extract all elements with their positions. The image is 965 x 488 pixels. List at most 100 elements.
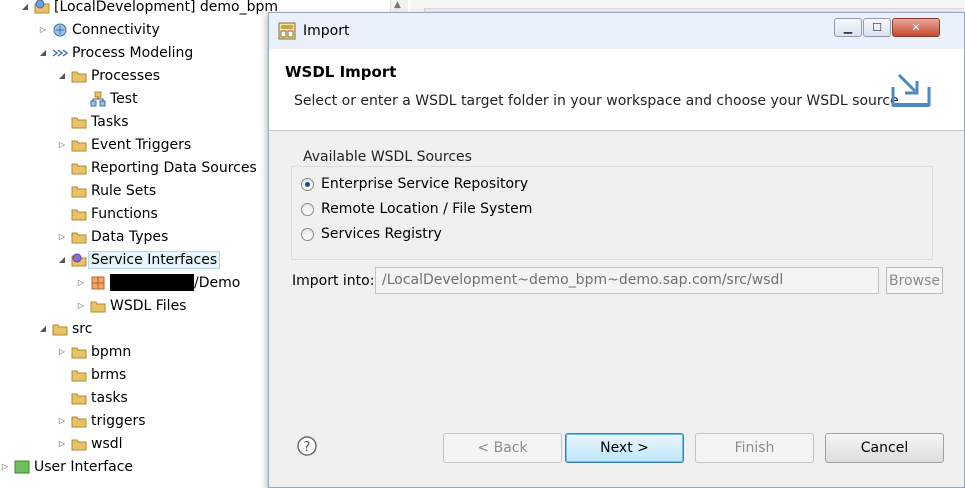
- tree-item-test[interactable]: Test: [76, 87, 138, 110]
- process-icon: [90, 91, 106, 107]
- dialog-titlebar[interactable]: Import ▁ ☐ ✕: [269, 13, 964, 50]
- scroll-up-arrow-icon[interactable]: ▲: [394, 0, 404, 12]
- process-modeling-icon: [52, 45, 68, 61]
- import-into-label: Import into:: [292, 273, 375, 289]
- collapsed-arrow-icon[interactable]: ▷: [76, 278, 86, 287]
- minimize-icon: ▁: [843, 21, 853, 34]
- folder-icon: [90, 298, 106, 314]
- tree-item-label: wsdl: [91, 435, 123, 452]
- back-button[interactable]: < Back: [443, 433, 562, 463]
- tree-item-brms[interactable]: brms: [57, 363, 126, 386]
- maximize-icon: ☐: [872, 21, 882, 34]
- source-option-label: Services Registry: [321, 226, 442, 242]
- collapsed-arrow-icon[interactable]: ▷: [38, 25, 48, 34]
- tree-item-wsdl-files[interactable]: ▷ WSDL Files: [76, 294, 187, 317]
- expanded-arrow-icon[interactable]: ◢: [38, 48, 48, 57]
- tree-item-wsdl[interactable]: ▷ wsdl: [57, 432, 123, 455]
- redacted-text: [110, 274, 194, 291]
- import-window-icon: [278, 22, 296, 40]
- cancel-button[interactable]: Cancel: [825, 433, 944, 463]
- source-option-esr[interactable]: Enterprise Service Repository: [301, 176, 528, 192]
- help-icon[interactable]: ?: [297, 436, 317, 456]
- minimize-button[interactable]: ▁: [834, 18, 862, 37]
- tree-item-label: /Demo: [194, 274, 241, 291]
- source-option-label: Remote Location / File System: [321, 201, 533, 217]
- source-option-services-registry[interactable]: Services Registry: [301, 226, 442, 242]
- finish-button[interactable]: Finish: [695, 433, 814, 463]
- wizard-title: WSDL Import: [285, 63, 397, 81]
- tree-item-src[interactable]: ◢ src: [38, 317, 93, 340]
- wsdl-sources-legend: Available WSDL Sources: [301, 149, 474, 165]
- package-icon: [90, 275, 106, 291]
- tree-item-label: Event Triggers: [91, 136, 192, 153]
- source-option-remote-location[interactable]: Remote Location / File System: [301, 201, 532, 217]
- tree-item-label: Tasks: [91, 113, 129, 130]
- tree-item-label: Service Interfaces: [88, 250, 221, 269]
- folder-icon: [71, 183, 87, 199]
- tree-item-rule-sets[interactable]: Rule Sets: [57, 179, 156, 202]
- folder-icon: [71, 390, 87, 406]
- tree-item-event-triggers[interactable]: ▷ Event Triggers: [57, 133, 191, 156]
- expanded-arrow-icon[interactable]: ◢: [38, 324, 48, 333]
- collapsed-arrow-icon[interactable]: ▷: [57, 439, 67, 448]
- folder-icon: [52, 321, 68, 337]
- expanded-arrow-icon[interactable]: ◢: [20, 2, 30, 11]
- tree-item-service-interfaces[interactable]: ◢ Service Interfaces: [57, 248, 221, 271]
- browse-button[interactable]: Browse: [886, 267, 943, 294]
- expanded-arrow-icon[interactable]: ◢: [57, 255, 67, 264]
- connectivity-icon: [52, 22, 68, 38]
- radio-button[interactable]: [301, 202, 314, 216]
- radio-button[interactable]: [301, 227, 314, 241]
- wizard-description: Select or enter a WSDL target folder in …: [294, 93, 899, 109]
- collapsed-arrow-icon[interactable]: ▷: [76, 301, 86, 310]
- tree-item-connectivity[interactable]: ▷ Connectivity: [38, 18, 160, 41]
- dialog-title: Import: [303, 23, 350, 39]
- tree-item-triggers[interactable]: ▷ triggers: [57, 409, 146, 432]
- tree-item-label: triggers: [91, 412, 146, 429]
- expanded-arrow-icon[interactable]: ◢: [57, 71, 67, 80]
- radio-button-selected[interactable]: [301, 177, 314, 191]
- import-dialog: Import ▁ ☐ ✕ WSDL Import Select or enter…: [268, 12, 965, 488]
- tree-item-label: WSDL Files: [110, 297, 187, 314]
- collapsed-arrow-icon[interactable]: ▷: [57, 140, 67, 149]
- collapsed-arrow-icon[interactable]: ▷: [57, 232, 67, 241]
- tree-item-processes[interactable]: ◢ Processes: [57, 64, 160, 87]
- tree-item-label: Data Types: [91, 228, 169, 245]
- folder-icon: [71, 344, 87, 360]
- tree-item-label: Connectivity: [72, 21, 160, 38]
- tree-item-label: Rule Sets: [91, 182, 157, 199]
- folder-icon: [71, 137, 87, 153]
- tree-item-project[interactable]: ◢ [LocalDevelopment] demo_bpm: [20, 0, 278, 18]
- tree-item-functions[interactable]: Functions: [57, 202, 158, 225]
- tree-item-label: Processes: [91, 67, 161, 84]
- collapsed-arrow-icon[interactable]: ▷: [57, 347, 67, 356]
- tree-item-label: brms: [91, 366, 127, 383]
- tree-item-user-interface[interactable]: ▷ User Interface: [0, 455, 133, 478]
- wizard-header: WSDL Import Select or enter a WSDL targe…: [269, 49, 964, 131]
- folder-icon: [71, 160, 87, 176]
- import-into-field[interactable]: /LocalDevelopment~demo_bpm~demo.sap.com/…: [375, 267, 879, 294]
- tree-item-label: Process Modeling: [72, 44, 194, 61]
- tree-item-label: bpmn: [91, 343, 132, 360]
- ui-icon: [14, 459, 30, 475]
- tree-item-data-types[interactable]: ▷ Data Types: [57, 225, 168, 248]
- tree-item-tasks[interactable]: Tasks: [57, 110, 129, 133]
- tree-item-reporting-data-sources[interactable]: Reporting Data Sources: [57, 156, 257, 179]
- maximize-button[interactable]: ☐: [863, 18, 891, 37]
- tree-item-tasks-folder[interactable]: tasks: [57, 386, 128, 409]
- next-button[interactable]: Next >: [565, 433, 684, 463]
- tree-item-demo-package[interactable]: ▷ /Demo: [76, 271, 240, 294]
- tree-item-process-modeling[interactable]: ◢ Process Modeling: [38, 41, 193, 64]
- collapsed-arrow-icon[interactable]: ▷: [57, 416, 67, 425]
- folder-icon: [71, 229, 87, 245]
- project-icon: [34, 0, 50, 15]
- folder-icon: [71, 367, 87, 383]
- close-button[interactable]: ✕: [892, 18, 940, 37]
- tree-item-bpmn[interactable]: ▷ bpmn: [57, 340, 131, 363]
- close-icon: ✕: [911, 21, 921, 34]
- svg-text:?: ?: [304, 440, 311, 455]
- import-wizard-icon: [885, 69, 939, 113]
- collapsed-arrow-icon[interactable]: ▷: [0, 462, 10, 471]
- tree-item-label: Reporting Data Sources: [91, 159, 257, 176]
- folder-icon: [71, 413, 87, 429]
